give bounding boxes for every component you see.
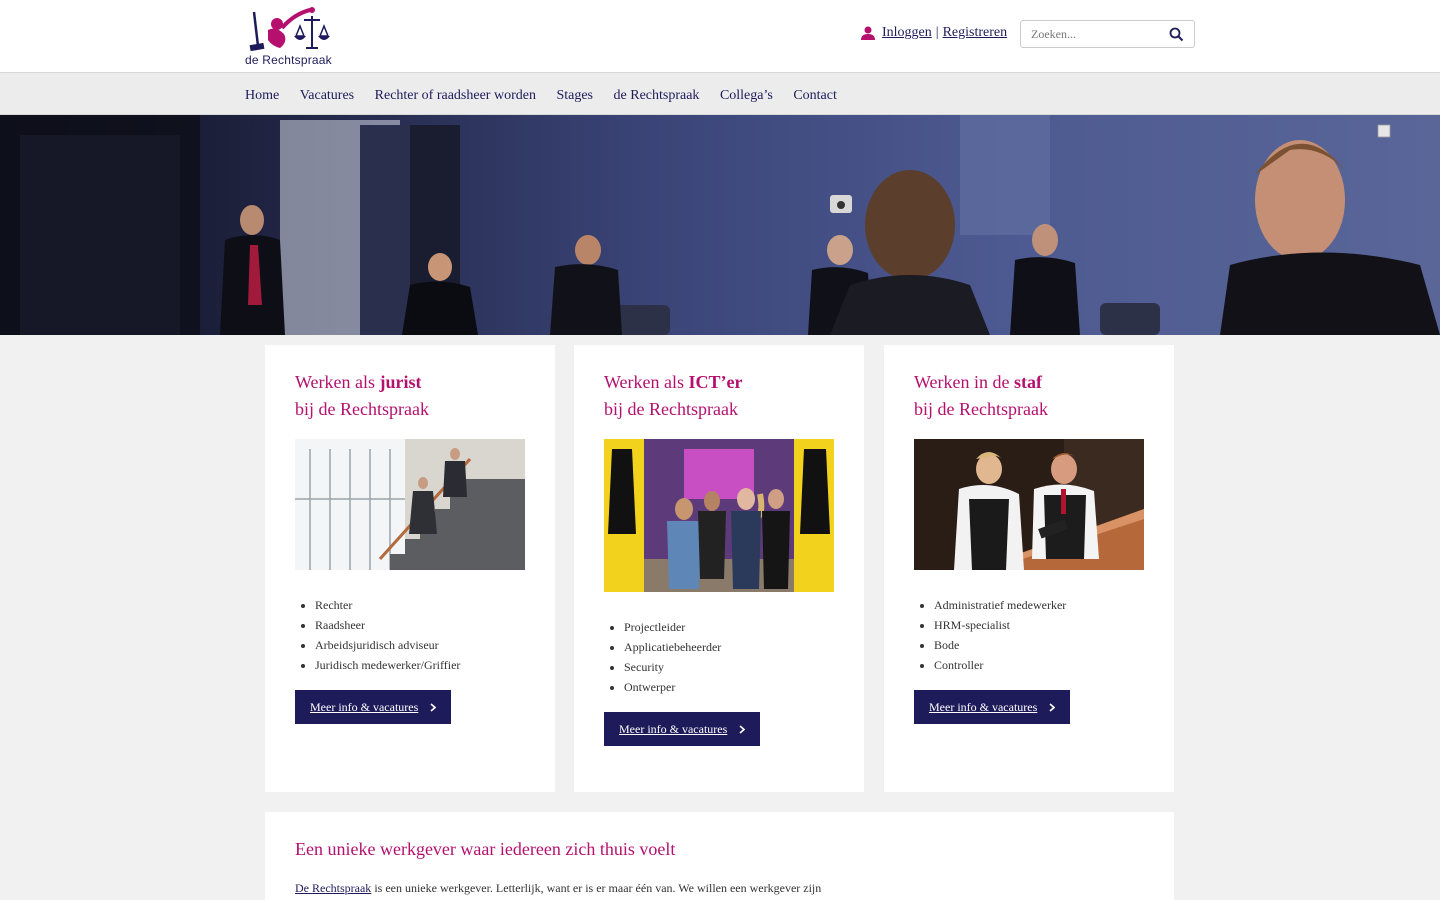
search-box [1020,20,1195,48]
chevron-right-icon [1049,702,1056,712]
meer-info-button-ict[interactable]: Meer info & vacatures [604,712,761,746]
list-item: Raadsheer [315,615,460,635]
auth-links: Inloggen | Registreren [860,25,1007,41]
role-list: Projectleider Applicatiebeheerder Securi… [624,617,721,697]
chevron-right-icon [739,724,746,734]
card-title: Werken als ICT’er bij de Rechtspraak [604,372,743,419]
card-ict: Werken als ICT’erbij de Rechtspraak Proj… [574,345,864,792]
list-item: HRM-specialist [934,615,1066,635]
list-item: Controller [934,655,1066,675]
card-title: Werken in de staf bij de Rechtspraak [914,372,1048,419]
staff-desk-photo [914,439,1144,570]
intro-link[interactable]: De Rechtspraak [295,881,371,895]
nav-item-vacatures[interactable]: Vacatures [300,88,354,104]
nav-item-stages[interactable]: Stages [556,88,593,104]
card-staf: Werken in de stafbij de Rechtspraak Admi… [884,345,1174,792]
list-item: Ontwerper [624,677,721,697]
site-header: de Rechtspraak Inloggen | Registreren [0,0,1440,73]
meer-info-button-jurist[interactable]: Meer info & vacatures [295,690,452,724]
intro-paragraph: De Rechtspraak is een unieke werkgever. … [295,881,821,896]
user-icon [861,26,875,40]
meer-info-button-staf[interactable]: Meer info & vacatures [914,690,1071,724]
role-list: Rechter Raadsheer Arbeidsjuridisch advis… [315,595,460,675]
list-item: Juridisch medewerker/Griffier [315,655,460,675]
list-item: Applicatiebeheerder [624,637,721,657]
list-item: Projectleider [624,617,721,637]
login-link[interactable]: Inloggen [882,25,932,41]
nav-item-de-rechtspraak[interactable]: de Rechtspraak [614,88,700,104]
hero-banner [0,115,1440,335]
main-nav: Home Vacatures Rechter of raadsheer word… [0,73,1440,115]
list-item: Administratief medewerker [934,595,1066,615]
nav-item-collegas[interactable]: Collega’s [720,88,773,104]
button-label: Meer info & vacatures [310,699,419,714]
chevron-right-icon [430,702,437,712]
nav-item-rechter-worden[interactable]: Rechter of raadsheer worden [375,88,536,104]
register-link[interactable]: Registreren [943,25,1008,41]
intro-heading: Een unieke werkgever waar iedereen zich … [295,839,676,859]
list-item: Security [624,657,721,677]
search-icon[interactable] [1169,27,1184,42]
ict-team-photo [604,439,834,592]
button-label: Meer info & vacatures [929,699,1038,714]
intro-text: is een unieke werkgever. Letterlijk, wan… [371,881,822,895]
list-item: Arbeidsjuridisch adviseur [315,635,460,655]
list-item: Rechter [315,595,460,615]
nav-item-home[interactable]: Home [245,88,279,104]
auth-separator: | [935,25,939,40]
intro-section: Een unieke werkgever waar iedereen zich … [265,812,1174,900]
role-list: Administratief medewerker HRM-specialist… [934,595,1066,675]
list-item: Bode [934,635,1066,655]
logo-wordmark: de Rechtspraak [245,53,332,67]
courtroom-photo [0,115,1440,335]
card-title: Werken als jurist bij de Rechtspraak [295,372,429,419]
nav-item-contact[interactable]: Contact [793,88,837,104]
stairway-photo [295,439,525,570]
button-label: Meer info & vacatures [619,721,728,736]
search-input[interactable] [1021,21,1161,47]
card-jurist: Werken als juristbij de Rechtspraak Rech… [265,345,555,792]
